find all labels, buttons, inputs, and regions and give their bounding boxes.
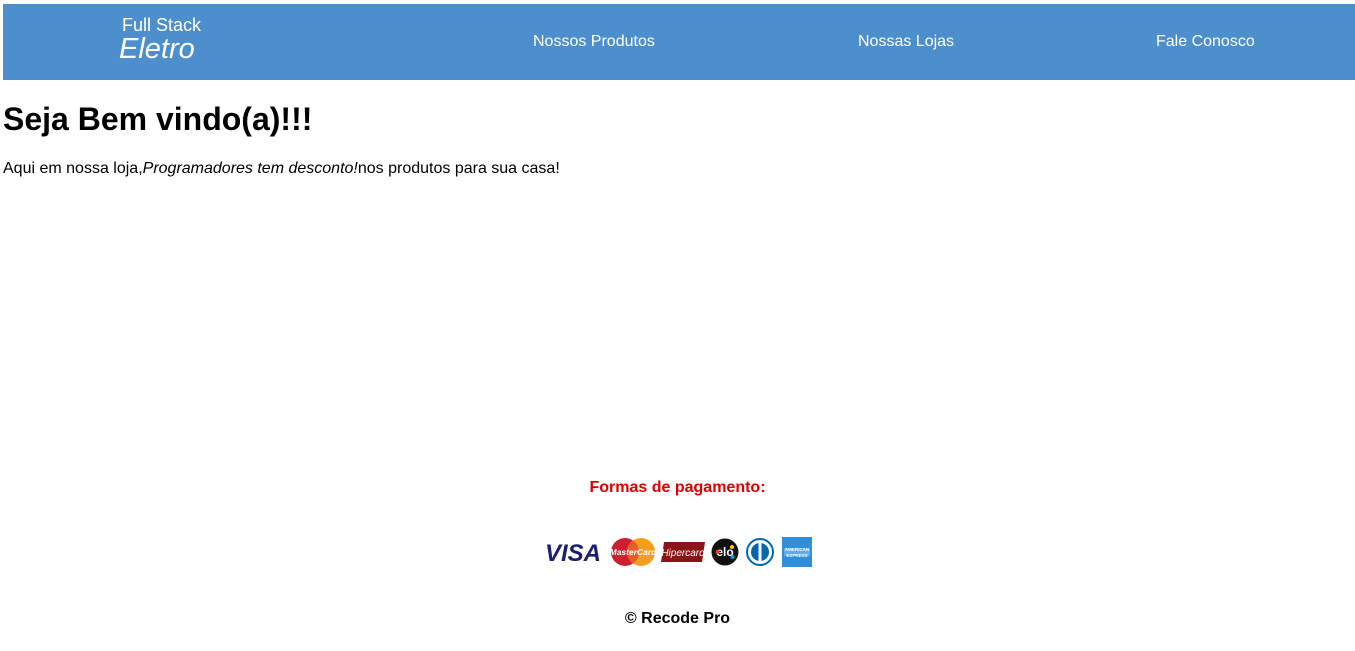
- svg-text:MasterCard: MasterCard: [610, 547, 656, 557]
- diners-icon: [746, 538, 775, 566]
- page-title: Seja Bem vindo(a)!!!: [3, 101, 313, 137]
- logo-link[interactable]: Full Stack Eletro: [119, 16, 201, 64]
- visa-icon: VISA: [545, 540, 601, 566]
- page: Full Stack Eletro Nossos Produtos Nossas…: [0, 0, 1355, 651]
- svg-text:AMERICAN: AMERICAN: [785, 547, 809, 552]
- mastercard-icon: MasterCard: [610, 538, 656, 566]
- nav-link-produtos[interactable]: Nossos Produtos: [533, 32, 655, 52]
- amex-icon: AMERICAN EXPRESS: [781, 537, 812, 567]
- welcome-paragraph: Aqui em nossa loja,Programadores tem des…: [3, 159, 560, 178]
- svg-text:VISA: VISA: [545, 540, 601, 566]
- welcome-text-start: Aqui em nossa loja,: [3, 160, 143, 177]
- nav-link-lojas[interactable]: Nossas Lojas: [858, 32, 954, 52]
- copyright-text: © Recode Pro: [624, 610, 731, 627]
- elo-icon: elo: [711, 538, 739, 566]
- hipercard-icon: Hipercard: [661, 542, 706, 562]
- navbar: Full Stack Eletro Nossos Produtos Nossas…: [3, 4, 1355, 80]
- svg-text:EXPRESS: EXPRESS: [786, 553, 807, 558]
- nav-link-contato[interactable]: Fale Conosco: [1156, 32, 1255, 52]
- welcome-text-emphasis: Programadores tem desconto!: [142, 160, 358, 177]
- logo-line-1: Full Stack: [122, 15, 202, 35]
- svg-text:Hipercard: Hipercard: [662, 548, 706, 559]
- welcome-text-end: nos produtos para sua casa!: [357, 160, 560, 177]
- payment-title: Formas de pagamento:: [589, 479, 766, 496]
- logo-line-2: Eletro: [119, 33, 195, 65]
- payment-logos: VISA MasterCard Hipercard elo AMERICAN E…: [0, 537, 1355, 569]
